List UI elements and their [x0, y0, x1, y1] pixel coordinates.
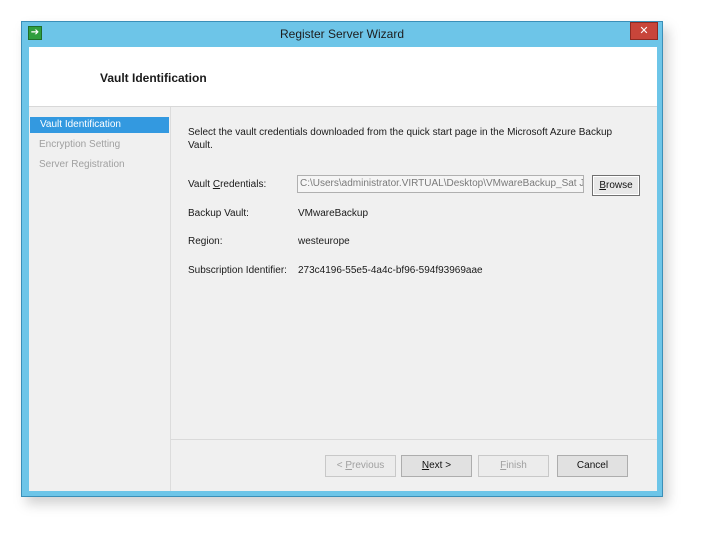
wizard-window: ➔ Register Server Wizard ✕ Vault Identif…: [21, 21, 663, 497]
next-label-post: ext >: [429, 460, 452, 471]
next-button[interactable]: Next >: [401, 455, 472, 477]
vault-credentials-label-pre: Vault: [188, 179, 213, 190]
step-navigation: Vault Identification Encryption Setting …: [29, 107, 171, 491]
browse-label-mnemonic: B: [599, 180, 606, 191]
title-bar[interactable]: ➔ Register Server Wizard ✕: [22, 22, 662, 47]
nav-item-encryption-setting: Encryption Setting: [39, 139, 121, 150]
finish-button[interactable]: Finish: [478, 455, 549, 477]
vault-credentials-label-mnemonic: C: [212, 179, 221, 190]
vault-credentials-field[interactable]: C:\Users\administrator.VIRTUAL\Desktop\V…: [297, 175, 584, 193]
backup-vault-value: VMwareBackup: [298, 208, 369, 219]
page-title: Vault Identification: [100, 71, 207, 85]
region-label: Region:: [188, 236, 223, 247]
nav-item-server-registration: Server Registration: [39, 159, 125, 170]
finish-label-post: inish: [506, 460, 527, 471]
nav-item-vault-identification[interactable]: Vault Identification: [30, 117, 169, 133]
intro-text: Select the vault credentials downloaded …: [188, 127, 613, 151]
close-button[interactable]: ✕: [630, 22, 658, 40]
wizard-client: Vault Identification Vault Identificatio…: [29, 47, 657, 491]
vault-credentials-label-post: redentials:: [220, 179, 267, 190]
button-bar: < Previous Next > Finish Cancel: [171, 439, 657, 491]
subscription-value: 273c4196-55e5-4a4c-bf96-594f93969aae: [298, 265, 483, 276]
previous-label-mnemonic: P: [345, 460, 353, 471]
backup-vault-label: Backup Vault:: [188, 208, 249, 219]
previous-label-post: revious: [352, 460, 385, 471]
browse-label-post: rowse: [605, 180, 633, 191]
content-pane: Select the vault credentials downloaded …: [171, 107, 657, 491]
region-value: westeurope: [298, 236, 350, 247]
cancel-button[interactable]: Cancel: [557, 455, 628, 477]
vault-credentials-label: Vault Credentials:: [188, 179, 266, 190]
browse-button[interactable]: Browse: [592, 175, 640, 196]
subscription-label: Subscription Identifier:: [188, 265, 287, 276]
window-title: Register Server Wizard: [279, 27, 405, 41]
page-header: Vault Identification: [29, 47, 657, 107]
close-icon: ✕: [639, 24, 649, 37]
previous-button[interactable]: < Previous: [325, 455, 396, 477]
